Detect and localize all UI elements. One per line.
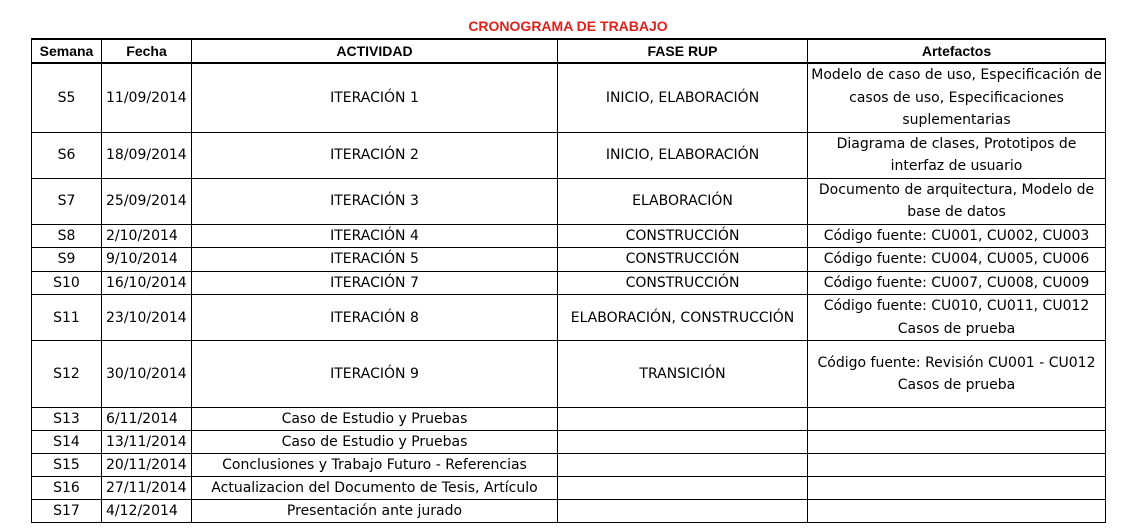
cell-fecha: 18/09/2014	[101, 131, 192, 179]
cell-fecha: 2/10/2014	[101, 223, 192, 248]
cell-artefactos	[807, 453, 1106, 477]
cell-fase: CONSTRUCCIÓN	[557, 223, 808, 248]
cell-fecha: 23/10/2014	[101, 294, 192, 341]
header-fase: FASE RUP	[557, 38, 808, 64]
cell-artefactos	[807, 407, 1106, 431]
document-title: CRONOGRAMA DE TRABAJO	[468, 18, 668, 34]
schedule-table: Semana Fecha ACTIVIDAD FASE RUP Artefact…	[31, 38, 1106, 523]
cell-actividad: ITERACIÓN 7	[191, 270, 558, 295]
cell-fase	[557, 430, 808, 454]
cell-semana: S11	[31, 294, 102, 341]
cell-artefactos: Código fuente: CU001, CU002, CU003	[807, 223, 1106, 248]
cell-artefactos: Código fuente: CU004, CU005, CU006	[807, 247, 1106, 272]
cell-fecha: 13/11/2014	[101, 430, 192, 454]
cell-artefactos: Diagrama de clases, Prototipos de interf…	[807, 131, 1106, 179]
table-row: S10 16/10/2014 ITERACIÓN 7 CONSTRUCCIÓN …	[31, 270, 1106, 295]
cell-fase	[557, 407, 808, 431]
schedule-body: S5 11/09/2014 ITERACIÓN 1 INICIO, ELABOR…	[31, 62, 1106, 523]
cell-fecha: 25/09/2014	[101, 177, 192, 225]
table-row: S16 27/11/2014 Actualizacion del Documen…	[31, 476, 1106, 500]
table-row: S5 11/09/2014 ITERACIÓN 1 INICIO, ELABOR…	[31, 62, 1106, 133]
cell-fase: INICIO, ELABORACIÓN	[557, 62, 808, 133]
cell-fase: INICIO, ELABORACIÓN	[557, 131, 808, 179]
cell-fecha: 16/10/2014	[101, 270, 192, 295]
cell-actividad: Caso de Estudio y Pruebas	[191, 430, 558, 454]
cell-fecha: 4/12/2014	[101, 499, 192, 523]
table-row: S15 20/11/2014 Conclusiones y Trabajo Fu…	[31, 453, 1106, 477]
cell-actividad: Actualizacion del Documento de Tesis, Ar…	[191, 476, 558, 500]
table-row: S13 6/11/2014 Caso de Estudio y Pruebas	[31, 407, 1106, 431]
cell-semana: S16	[31, 476, 102, 500]
table-row: S8 2/10/2014 ITERACIÓN 4 CONSTRUCCIÓN Có…	[31, 223, 1106, 248]
cell-actividad: ITERACIÓN 1	[191, 62, 558, 133]
cell-fecha: 6/11/2014	[101, 407, 192, 431]
cell-actividad: Conclusiones y Trabajo Futuro - Referenc…	[191, 453, 558, 477]
cell-fecha: 30/10/2014	[101, 340, 192, 408]
header-artefactos: Artefactos	[807, 38, 1106, 64]
cell-artefactos: Código fuente: Revisión CU001 - CU012 Ca…	[807, 340, 1106, 408]
cell-semana: S13	[31, 407, 102, 431]
cell-fase	[557, 453, 808, 477]
cell-artefactos	[807, 476, 1106, 500]
cell-actividad: ITERACIÓN 4	[191, 223, 558, 248]
cell-semana: S6	[31, 131, 102, 179]
cell-fecha: 20/11/2014	[101, 453, 192, 477]
table-row: S7 25/09/2014 ITERACIÓN 3 ELABORACIÓN Do…	[31, 177, 1106, 225]
cell-actividad: Caso de Estudio y Pruebas	[191, 407, 558, 431]
cell-actividad: ITERACIÓN 3	[191, 177, 558, 225]
cell-semana: S9	[31, 247, 102, 272]
table-row: S14 13/11/2014 Caso de Estudio y Pruebas	[31, 430, 1106, 454]
cell-semana: S12	[31, 340, 102, 408]
cell-fecha: 11/09/2014	[101, 62, 192, 133]
table-row: S6 18/09/2014 ITERACIÓN 2 INICIO, ELABOR…	[31, 131, 1106, 179]
cell-artefactos	[807, 499, 1106, 523]
header-actividad: ACTIVIDAD	[191, 38, 558, 64]
cell-actividad: ITERACIÓN 5	[191, 247, 558, 272]
cell-semana: S17	[31, 499, 102, 523]
cell-fase: TRANSICIÓN	[557, 340, 808, 408]
cell-fase	[557, 499, 808, 523]
cell-actividad: Presentación ante jurado	[191, 499, 558, 523]
table-row: S11 23/10/2014 ITERACIÓN 8 ELABORACIÓN, …	[31, 294, 1106, 341]
table-row: S9 9/10/2014 ITERACIÓN 5 CONSTRUCCIÓN Có…	[31, 247, 1106, 272]
table-row: S17 4/12/2014 Presentación ante jurado	[31, 499, 1106, 523]
cell-fase: CONSTRUCCIÓN	[557, 270, 808, 295]
table-row: S12 30/10/2014 ITERACIÓN 9 TRANSICIÓN Có…	[31, 340, 1106, 408]
cell-artefactos: Código fuente: CU010, CU011, CU012 Casos…	[807, 294, 1106, 341]
cell-fase: ELABORACIÓN	[557, 177, 808, 225]
cell-semana: S8	[31, 223, 102, 248]
header-row: Semana Fecha ACTIVIDAD FASE RUP Artefact…	[31, 38, 1106, 64]
cell-actividad: ITERACIÓN 9	[191, 340, 558, 408]
cell-artefactos: Modelo de caso de uso, Especificación de…	[807, 62, 1106, 133]
cell-semana: S7	[31, 177, 102, 225]
cell-artefactos	[807, 430, 1106, 454]
cell-semana: S10	[31, 270, 102, 295]
cell-fecha: 9/10/2014	[101, 247, 192, 272]
cell-fase: CONSTRUCCIÓN	[557, 247, 808, 272]
header-semana: Semana	[31, 38, 102, 64]
cell-fase	[557, 476, 808, 500]
cell-actividad: ITERACIÓN 8	[191, 294, 558, 341]
cell-fecha: 27/11/2014	[101, 476, 192, 500]
cell-actividad: ITERACIÓN 2	[191, 131, 558, 179]
cell-artefactos: Documento de arquitectura, Modelo de bas…	[807, 177, 1106, 225]
cell-semana: S15	[31, 453, 102, 477]
cell-semana: S5	[31, 62, 102, 133]
header-fecha: Fecha	[101, 38, 192, 64]
cell-artefactos: Código fuente: CU007, CU008, CU009	[807, 270, 1106, 295]
cell-fase: ELABORACIÓN, CONSTRUCCIÓN	[557, 294, 808, 341]
cell-semana: S14	[31, 430, 102, 454]
